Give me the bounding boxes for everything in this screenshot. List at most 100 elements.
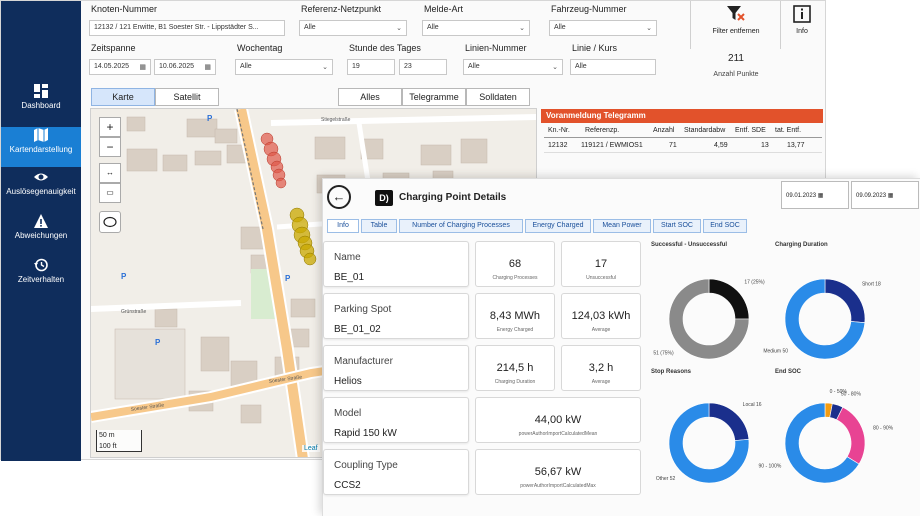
- donut-label: Other 52: [656, 476, 676, 482]
- info-label: Model: [334, 408, 362, 419]
- filter-remove-button[interactable]: Filter entfernen: [701, 5, 771, 41]
- telegramme-toggle[interactable]: Telegramme: [402, 88, 466, 106]
- calendar-icon: ▦: [139, 64, 146, 71]
- svg-text:P: P: [155, 338, 161, 347]
- wochentag-select[interactable]: Alle ⌄: [235, 59, 333, 75]
- chevron-down-icon: ⌄: [519, 25, 525, 32]
- divider: [690, 1, 691, 49]
- stunde-to-input[interactable]: 23: [399, 59, 447, 75]
- knoten-label: Knoten-Nummer: [91, 4, 158, 14]
- charging-point-window: ← D) Charging Point Details 09.01.2023 ▦…: [322, 178, 920, 516]
- sidebar-item-abweichungen[interactable]: Abweichungen: [1, 213, 81, 253]
- donut-slice-unsuccessful[interactable]: [708, 278, 750, 320]
- fahrzeug-label: Fahrzeug-Nummer: [551, 4, 627, 14]
- filter-remove-icon: [727, 6, 745, 21]
- donut-label: 51 (75%): [653, 350, 674, 356]
- fahrzeug-select[interactable]: Alle ⌄: [549, 20, 657, 36]
- karte-toggle[interactable]: Karte: [91, 88, 155, 106]
- calendar-icon: ▦: [204, 64, 211, 71]
- info-value: CCS2: [334, 480, 361, 491]
- chevron-down-icon: ⌄: [552, 64, 558, 71]
- sidebar-item-label: Auslösegenauigkeit: [6, 187, 76, 196]
- sidebar-item-label: Kartendarstellung: [9, 145, 73, 154]
- info-label: Parking Spot: [334, 304, 392, 315]
- alles-toggle[interactable]: Alles: [338, 88, 402, 106]
- solldaten-toggle[interactable]: Solldaten: [466, 88, 530, 106]
- kpi-card: 214,5 h Charging Duration: [475, 345, 555, 391]
- chart-title: Successful - Unsuccessful: [651, 242, 728, 248]
- donut-slice-short[interactable]: [824, 278, 866, 324]
- scale-m: 50 m: [99, 432, 115, 439]
- kpi-card: 124,03 kWh Average: [561, 293, 641, 339]
- kurs-select[interactable]: Alle: [570, 59, 656, 75]
- tab-mean-power[interactable]: Mean Power: [593, 219, 651, 233]
- sidebar-item-label: Zeitverhalten: [17, 275, 65, 284]
- donut-slice-local[interactable]: [708, 402, 750, 441]
- date-from-picker[interactable]: 09.01.2023 ▦: [781, 181, 849, 209]
- calendar-icon: ▦: [887, 193, 894, 199]
- divider: [780, 1, 781, 49]
- date-to-input[interactable]: 10.06.2025 ▦: [154, 59, 216, 75]
- fullscreen-icon[interactable]: ↔: [99, 163, 121, 183]
- referenz-select[interactable]: Alle ⌄: [299, 20, 407, 36]
- sidebar-item-dashboard[interactable]: Dashboard: [1, 83, 81, 123]
- melde-select[interactable]: Alle ⌄: [422, 20, 530, 36]
- tab-charging-processes[interactable]: Number of Charging Processes: [399, 219, 523, 233]
- info-label: Manufacturer: [334, 356, 393, 367]
- donut-label: 80 - 90%: [873, 425, 894, 431]
- table-header: Entf. SDE: [735, 127, 766, 134]
- warning-icon: [34, 214, 48, 228]
- kpi-value: 44,00 kW: [534, 414, 582, 426]
- stunde-from-value: 19: [352, 63, 360, 70]
- page-title: Charging Point Details: [399, 192, 507, 203]
- points-label: Anzahl Punkte: [713, 71, 759, 78]
- date-from-value: 09.01.2023: [786, 193, 817, 199]
- info-card-manufacturer: Manufacturer Helios: [323, 345, 469, 391]
- kpi-card: 8,43 MWh Energy Charged: [475, 293, 555, 339]
- linien-select[interactable]: Alle ⌄: [463, 59, 563, 75]
- kpi-card: 56,67 kW powerAuthorImportCalculatedMax: [475, 449, 641, 495]
- stunde-from-input[interactable]: 19: [347, 59, 395, 75]
- chevron-down-icon: ⌄: [646, 25, 652, 32]
- info-value: BE_01: [334, 272, 365, 283]
- satellit-toggle[interactable]: Satellit: [155, 88, 219, 106]
- info-value: Helios: [334, 376, 362, 387]
- tab-start-soc[interactable]: Start SOC: [653, 219, 701, 233]
- print-icon[interactable]: ▭: [99, 183, 121, 203]
- map-street-label: Grünstraße: [121, 309, 147, 315]
- sidebar-item-zeitverhalten[interactable]: Zeitverhalten: [1, 257, 81, 297]
- info-value: BE_01_02: [334, 324, 381, 335]
- history-icon: [34, 258, 48, 272]
- info-button[interactable]: Info: [787, 5, 817, 41]
- map-street-label: Stiegelstraße: [321, 117, 351, 123]
- brand-logo: D): [375, 190, 393, 206]
- table-cell: 4,59: [714, 142, 728, 149]
- date-to-picker[interactable]: 09.09.2023 ▦: [851, 181, 919, 209]
- info-label: Name: [334, 252, 361, 263]
- table-cell: 119121 / EWMIOS1: [581, 142, 643, 149]
- table-cell: 13: [761, 142, 769, 149]
- table-header: tat. Entf.: [775, 127, 802, 134]
- date-from-input[interactable]: 14.05.2025 ▦: [89, 59, 151, 75]
- melde-label: Melde-Art: [424, 4, 464, 14]
- map-attribution[interactable]: Leaf: [302, 445, 320, 452]
- kpi-value: 56,67 kW: [534, 466, 582, 478]
- table-cell: 71: [669, 142, 677, 149]
- tab-table[interactable]: Table: [361, 219, 397, 233]
- zoom-in-button[interactable]: +: [99, 117, 121, 137]
- draw-shape-icon[interactable]: [99, 211, 121, 233]
- table-cell: 12132: [548, 142, 568, 149]
- donut-slice-80-90-[interactable]: [836, 406, 866, 465]
- kpi-label: Average: [591, 327, 611, 333]
- zoom-out-button[interactable]: −: [99, 137, 121, 157]
- knoten-select[interactable]: 12132 / 121 Erwitte, B1 Soester Str. - L…: [89, 20, 285, 36]
- info-value: Rapid 150 kW: [334, 428, 397, 439]
- back-button[interactable]: ←: [327, 185, 351, 209]
- tab-energy-charged[interactable]: Energy Charged: [525, 219, 591, 233]
- tab-end-soc[interactable]: End SOC: [703, 219, 747, 233]
- sidebar-item-auslosegenauigkeit[interactable]: Auslösegenauigkeit: [1, 169, 81, 209]
- kpi-card: 17 Unsuccessful: [561, 241, 641, 287]
- points-count: 211: [728, 53, 744, 64]
- tab-info[interactable]: Info: [327, 219, 359, 233]
- sidebar-item-kartendarstellung[interactable]: Kartendarstellung: [1, 127, 81, 167]
